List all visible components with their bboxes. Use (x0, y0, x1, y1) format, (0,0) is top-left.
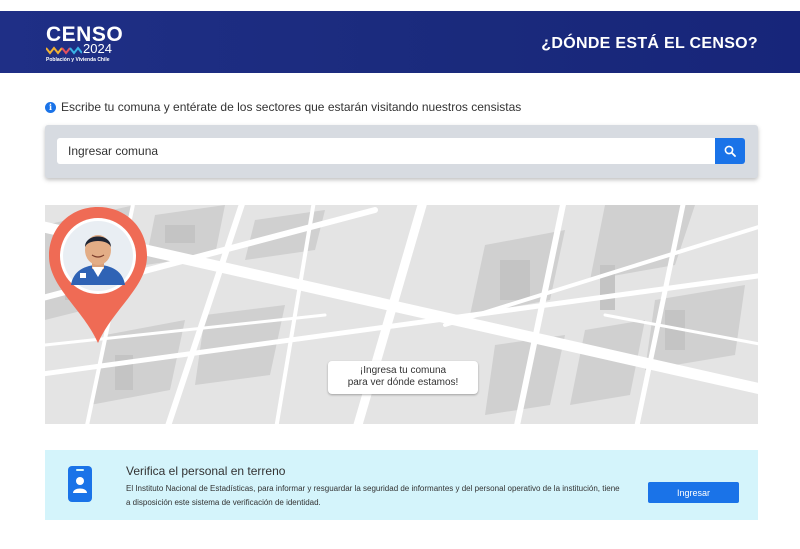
logo-subtitle: Población y Vivienda Chile (46, 57, 110, 63)
site-header: CENSO 2024 Población y Vivienda Chile ¿D… (0, 11, 800, 73)
verify-description: El Instituto Nacional de Estadísticas, p… (126, 484, 620, 507)
search-input[interactable] (57, 138, 716, 164)
map-callout: ¡Ingresa tu comuna para ver dónde estamo… (328, 361, 478, 394)
search-button[interactable] (715, 138, 745, 164)
ingresar-button[interactable]: Ingresar (648, 482, 739, 503)
censo-logo[interactable]: CENSO 2024 Población y Vivienda Chile (46, 24, 136, 64)
verify-panel: Verifica el personal en terreno El Insti… (45, 450, 758, 520)
callout-line-2: para ver dónde estamos! (347, 377, 459, 388)
info-text: Escribe tu comuna y entérate de los sect… (61, 100, 522, 114)
logo-year: 2024 (83, 41, 112, 56)
top-strip (0, 0, 800, 11)
info-line: i Escribe tu comuna y entérate de los se… (45, 100, 521, 114)
verify-title: Verifica el personal en terreno (126, 464, 286, 478)
logo-waves-icon (46, 46, 82, 55)
search-icon (724, 145, 736, 157)
id-badge-icon (68, 466, 92, 502)
page-title: ¿DÓNDE ESTÁ EL CENSO? (541, 35, 758, 52)
info-icon: i (45, 101, 56, 113)
search-panel (45, 125, 758, 178)
map-pin-icon (49, 207, 147, 343)
callout-line-1: ¡Ingresa tu comuna (359, 365, 447, 376)
map-area[interactable]: ¡Ingresa tu comuna para ver dónde estamo… (45, 205, 758, 424)
